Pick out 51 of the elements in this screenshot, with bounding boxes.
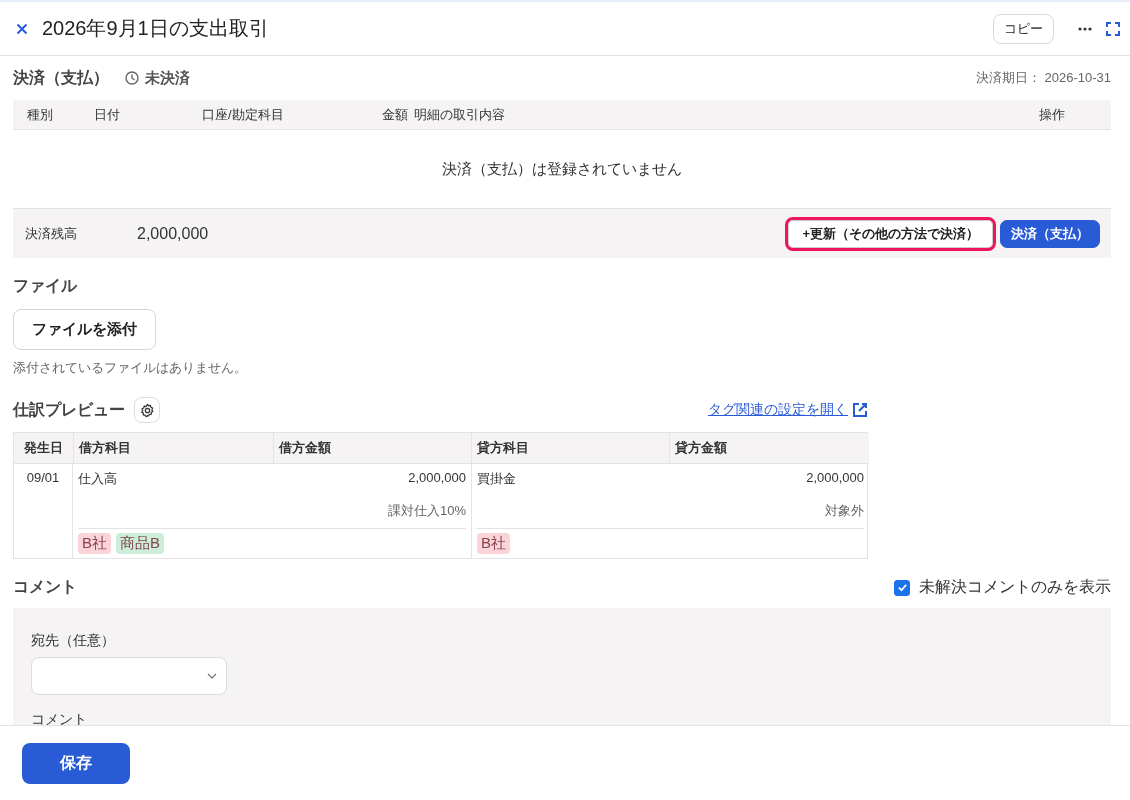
section-title: 決済（支払） [13,67,109,88]
window-title: 2026年9月1日の支出取引 [42,16,269,41]
empty-message: 決済（支払）は登録されていません [442,159,682,179]
settle-button[interactable]: +更新（その他の方法で決済） [788,219,993,248]
tag: 商品B [116,533,165,554]
balance-value: 2,000,000 [137,224,209,243]
account-name: 仕入高 [78,470,117,488]
close-icon[interactable] [16,22,28,35]
external-link-icon[interactable] [852,402,868,418]
field-label: コメント [31,711,88,725]
column-header: 操作 [1039,105,1066,124]
checkbox-label[interactable]: 未解決コメントのみを表示 [919,577,1111,598]
more-icon[interactable] [1078,26,1092,31]
clock-icon [125,71,139,85]
chevron-down-icon [207,673,217,679]
column-header: 種別 [27,105,54,124]
amount: 2,000,000 [408,470,466,487]
column-header: 口座/勘定科目 [202,105,285,124]
amount: 2,000,000 [806,470,864,487]
column-header: 発生日 [14,433,73,464]
checkbox[interactable] [894,579,910,596]
tax-category: 課対仕入10% [387,503,466,518]
column-header: 日付 [94,105,121,124]
column-header: 貸方科目 [471,433,669,464]
table-cell: 09/01 [14,464,73,558]
tag: B社 [78,533,111,554]
empty-message: 添付されているファイルはありません。 [13,359,248,377]
copy-button[interactable]: コピー [993,13,1054,44]
tag-settings-link[interactable]: タグ関連の設定を開く [708,401,848,419]
column-header: 明細の取引内容 [413,105,506,124]
balance-label: 決済残高 [25,224,78,243]
checkmark-icon [896,582,908,593]
field-label: 宛先（任意） [31,632,116,650]
section-title: コメント [13,577,77,597]
tax-category: 対象外 [825,503,864,518]
section-title: ファイル [13,276,78,296]
settle-button[interactable]: 決済（支払） [1000,219,1100,248]
settings-button[interactable] [134,397,160,423]
gear-icon[interactable] [139,402,155,418]
column-header: 金額 [381,105,408,124]
section-title: 仕訳プレビュー [13,399,125,420]
expand-icon[interactable] [1106,21,1120,36]
account-name: 買掛金 [477,470,516,488]
save-button[interactable]: 保存 [22,742,130,784]
tag: B社 [477,533,510,554]
column-header: 借方金額 [273,433,471,464]
column-header: 貸方金額 [669,433,869,464]
status-label: 未決済 [145,68,190,88]
column-header: 借方科目 [73,433,273,464]
due-date: 決済期日： 2026-10-31 [975,69,1111,87]
attach-file-button[interactable]: ファイルを添付 [13,309,156,350]
